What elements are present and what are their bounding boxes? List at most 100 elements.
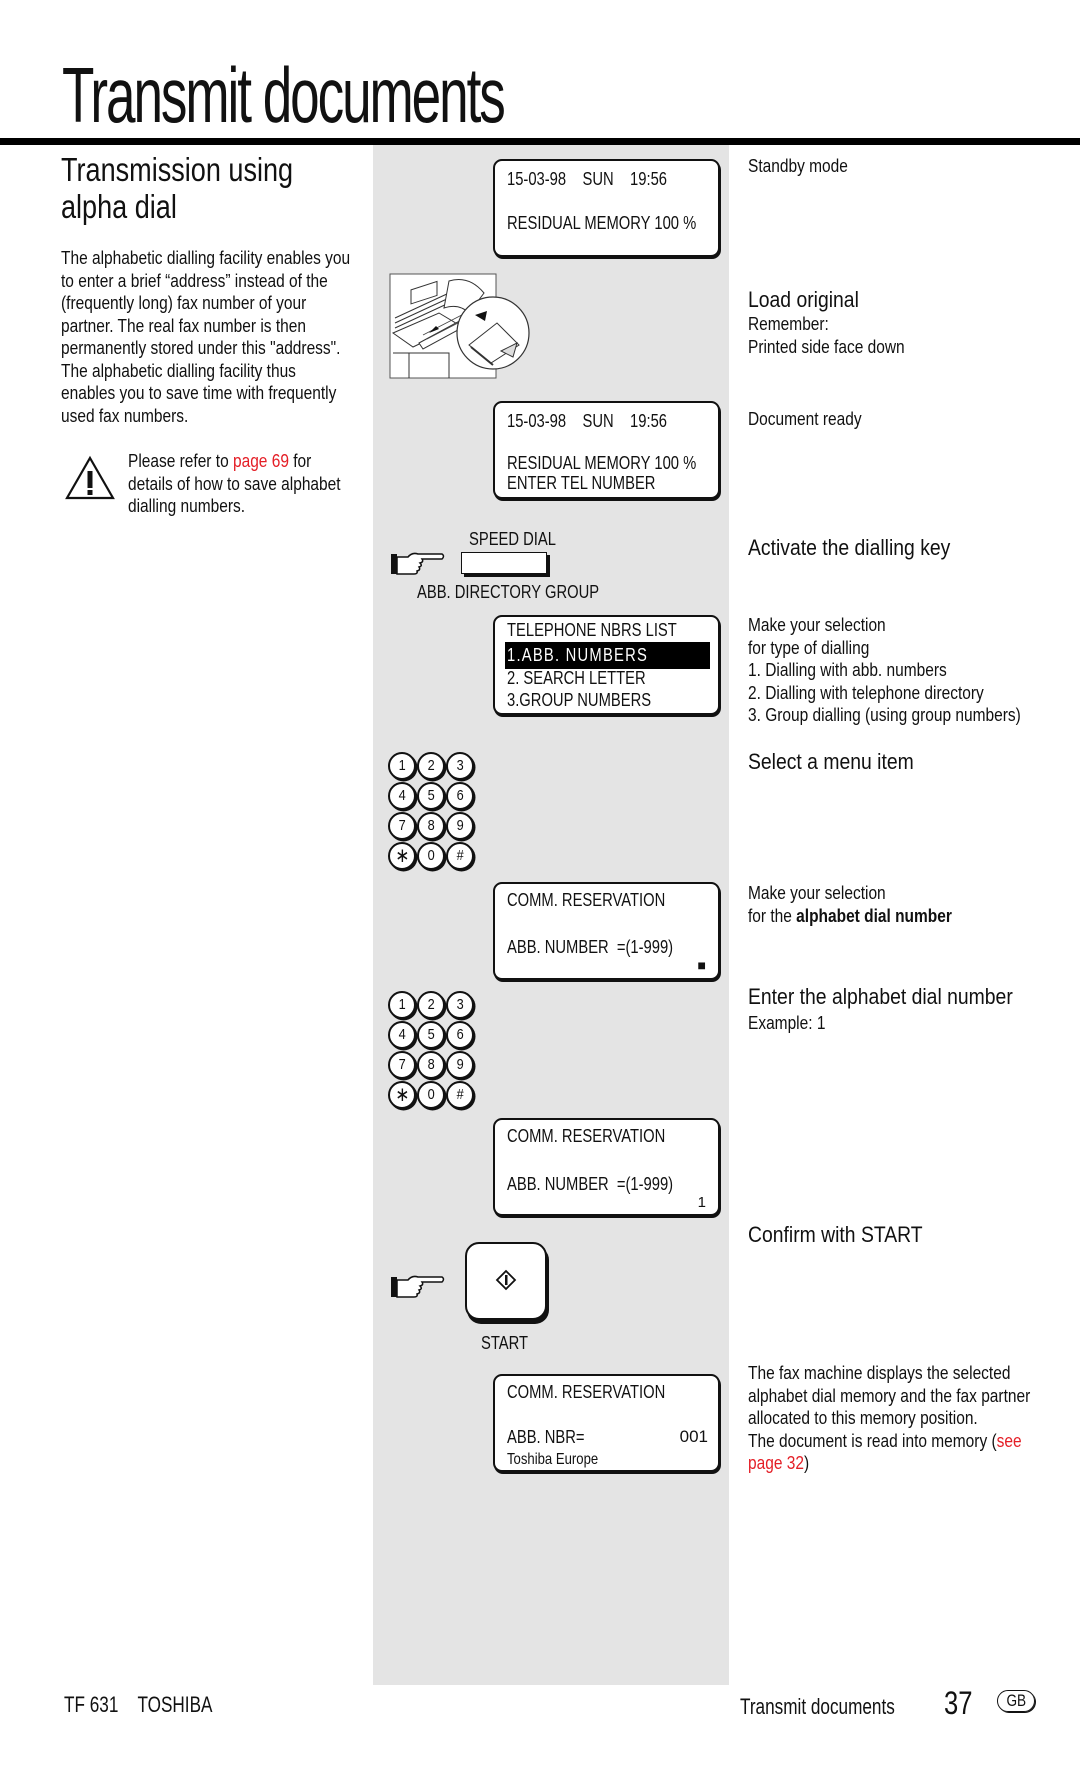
step-note: Printed side face down <box>748 337 905 357</box>
key-8[interactable]: 8 <box>417 1051 445 1079</box>
lcd-display-abb-number-entered: COMM. RESERVATION ABB. NUMBER =(1-999) 1 <box>493 1118 720 1216</box>
menu-item-group-numbers[interactable]: 3.GROUP NUMBERS <box>507 690 651 710</box>
section-title-line1: Transmission using <box>61 151 294 188</box>
pointing-hand-icon <box>390 1273 446 1299</box>
key-star[interactable]: ∗ <box>388 1081 416 1109</box>
language-badge: GB <box>997 1690 1035 1712</box>
speed-dial-sublabel: ABB. DIRECTORY GROUP <box>417 582 600 602</box>
footer-brand: TOSHIBA <box>137 1692 213 1717</box>
key-star[interactable]: ∗ <box>388 842 416 870</box>
key-hash[interactable]: # <box>446 842 474 870</box>
key-hash[interactable]: # <box>446 1081 474 1109</box>
footer-section: Transmit documents <box>740 1694 895 1719</box>
key-9[interactable]: 9 <box>446 1051 474 1079</box>
warning-text: for <box>288 451 312 471</box>
step-activate-dialling: Activate the dialling key <box>748 535 951 560</box>
lcd-display-menu: TELEPHONE NBRS LIST 1.ABB. NUMBERS 2. SE… <box>493 615 720 715</box>
lcd-display-confirmed: COMM. RESERVATION ABB. NBR= 001 Toshiba … <box>493 1374 720 1472</box>
lcd-partner-name: Toshiba Europe <box>507 1451 599 1468</box>
step-document-ready: Document ready <box>748 409 862 429</box>
page-69-link[interactable]: page 69 <box>233 451 289 471</box>
step-enter-alpha: Enter the alphabet dial number <box>748 984 1013 1009</box>
bold-text: alphabet dial number <box>796 906 952 926</box>
key-5[interactable]: 5 <box>417 1021 445 1049</box>
lcd-display-standby: 15-03-98 SUN 19:56 RESIDUAL MEMORY 100 % <box>493 159 720 257</box>
step-example: Example: 1 <box>748 1013 826 1033</box>
step-select-menu: Select a menu item <box>748 749 914 774</box>
text: for the <box>748 906 797 926</box>
page-32-link[interactable]: page 32 <box>748 1453 804 1473</box>
key-1[interactable]: 1 <box>388 991 416 1019</box>
result-paragraph: The fax machine displays the selected al… <box>748 1362 1076 1475</box>
lcd-line: TELEPHONE NBRS LIST <box>507 620 677 640</box>
step-alpha-selection: for the alphabet dial number <box>748 905 952 928</box>
lcd-display-abb-number-entry: COMM. RESERVATION ABB. NUMBER =(1-999) ■ <box>493 882 720 980</box>
selection-line: for type of dialling <box>748 637 870 658</box>
start-button[interactable] <box>465 1242 547 1320</box>
step-confirm-start: Confirm with START <box>748 1222 923 1247</box>
key-7[interactable]: 7 <box>388 812 416 840</box>
key-1[interactable]: 1 <box>388 752 416 780</box>
key-7[interactable]: 7 <box>388 1051 416 1079</box>
key-9[interactable]: 9 <box>446 812 474 840</box>
key-2[interactable]: 2 <box>417 752 445 780</box>
result-line: alphabet dial memory and the fax partner <box>748 1385 1031 1406</box>
result-line: allocated to this memory position. <box>748 1408 978 1428</box>
selection-line: 2. Dialling with telephone directory <box>748 682 984 703</box>
intro-line: (frequently long) fax number of your <box>61 293 307 313</box>
key-2[interactable]: 2 <box>417 991 445 1019</box>
result-line: The document is read into memory (see <box>748 1430 1030 1453</box>
key-8[interactable]: 8 <box>417 812 445 840</box>
intro-line: enables you to save time with frequently <box>61 383 337 403</box>
step-note: Remember: <box>748 314 829 334</box>
lcd-line: COMM. RESERVATION <box>507 1126 666 1146</box>
selection-line: 1. Dialling with abb. numbers <box>748 660 947 680</box>
key-4[interactable]: 4 <box>388 1021 416 1049</box>
speed-dial-key[interactable] <box>461 552 547 574</box>
menu-item-search-letter[interactable]: 2. SEARCH LETTER <box>507 668 646 688</box>
key-6[interactable]: 6 <box>446 1021 474 1049</box>
header-rule <box>0 138 1080 145</box>
lcd-line: COMM. RESERVATION <box>507 890 666 910</box>
page-title: Transmit documents <box>62 51 506 139</box>
speed-dial-label: SPEED DIAL <box>469 529 556 549</box>
intro-line: partner. The real fax number is then <box>61 315 306 336</box>
start-label: START <box>481 1333 529 1353</box>
warning-note: Please refer to page 69 for details of h… <box>128 450 375 518</box>
text: The document is read into memory ( <box>748 1430 997 1451</box>
key-0[interactable]: 0 <box>417 842 445 870</box>
key-5[interactable]: 5 <box>417 782 445 810</box>
lcd-display-document-ready: 15-03-98 SUN 19:56 RESIDUAL MEMORY 100 %… <box>493 401 720 499</box>
footer-left: TF 631 TOSHIBA <box>64 1692 212 1718</box>
key-3[interactable]: 3 <box>446 752 474 780</box>
menu-item-abb-numbers[interactable]: 1.ABB. NUMBERS <box>507 645 648 665</box>
warning-text: details of how to save alphabet <box>128 473 341 494</box>
load-original-illustration <box>389 273 531 379</box>
selection-line: Make your selection <box>748 615 886 635</box>
key-6[interactable]: 6 <box>446 782 474 810</box>
lcd-cursor: ■ <box>697 957 706 973</box>
key-4[interactable]: 4 <box>388 782 416 810</box>
intro-paragraph: The alphabetic dialling facility enables… <box>61 247 397 427</box>
lcd-line: ABB. NBR= <box>507 1427 585 1447</box>
lcd-line: RESIDUAL MEMORY 100 % <box>507 453 697 473</box>
key-3[interactable]: 3 <box>446 991 474 1019</box>
warning-triangle-icon <box>64 455 116 501</box>
lcd-line: 15-03-98 SUN 19:56 <box>507 169 667 189</box>
key-0[interactable]: 0 <box>417 1081 445 1109</box>
lcd-abb-value: 001 <box>679 1427 708 1446</box>
section-title-line2: alpha dial <box>61 188 177 225</box>
footer-model: TF 631 <box>64 1692 119 1717</box>
intro-line: The alphabetic dialling facility enables… <box>61 248 351 268</box>
selection-list: Make your selection for type of dialling… <box>748 614 1065 727</box>
intro-line: used fax numbers. <box>61 405 189 426</box>
intro-line: permanently stored under this "address". <box>61 338 341 358</box>
intro-line: The alphabetic dialling facility thus <box>61 360 296 381</box>
step-alpha-selection: Make your selection <box>748 883 886 903</box>
lcd-input-value: 1 <box>697 1194 706 1211</box>
lcd-line: 15-03-98 SUN 19:56 <box>507 411 667 431</box>
selection-line: 3. Group dialling (using group numbers) <box>748 705 1021 725</box>
page-32-link[interactable]: see <box>997 1431 1022 1451</box>
page-number: 37 <box>944 1685 973 1721</box>
warning-text: dialling numbers. <box>128 496 246 516</box>
